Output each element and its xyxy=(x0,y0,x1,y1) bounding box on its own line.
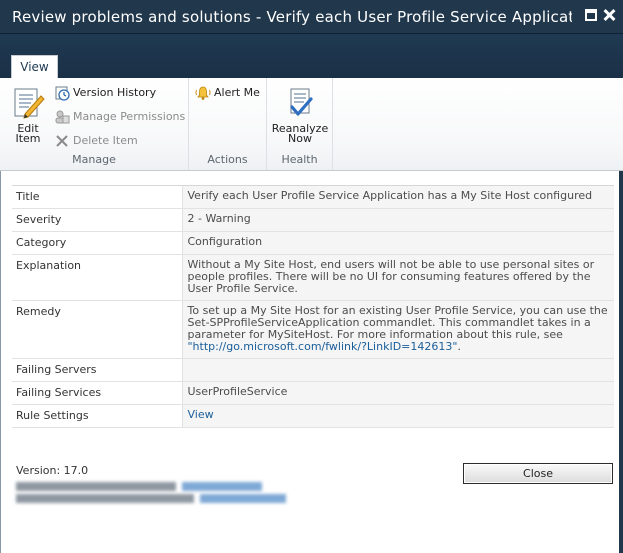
field-value-title: Verify each User Profile Service Applica… xyxy=(182,185,614,209)
close-icon[interactable] xyxy=(603,9,615,21)
table-row: Title Verify each User Profile Service A… xyxy=(12,185,614,209)
field-label-severity: Severity xyxy=(12,208,183,232)
ribbon-group-actions: Alert Me Actions xyxy=(189,78,267,170)
remedy-link[interactable]: "http://go.microsoft.com/fwlink/?LinkID=… xyxy=(188,340,458,353)
table-row: Failing Services UserProfileService xyxy=(12,381,614,405)
ribbon-group-health: Reanalyze Now Health xyxy=(267,78,333,170)
manage-permissions-label: Manage Permissions xyxy=(73,110,186,123)
delete-item-label: Delete Item xyxy=(73,134,138,147)
field-label-category: Category xyxy=(12,231,183,255)
ribbon-group-label-actions: Actions xyxy=(207,153,248,166)
table-row: Severity 2 - Warning xyxy=(12,208,614,232)
field-label-failing-services: Failing Services xyxy=(12,381,183,405)
field-label-explanation: Explanation xyxy=(12,254,183,301)
field-value-severity: 2 - Warning xyxy=(182,208,614,232)
edit-item-button[interactable]: Edit Item xyxy=(9,87,47,144)
field-label-failing-servers: Failing Servers xyxy=(12,358,183,382)
field-value-failing-services: UserProfileService xyxy=(182,381,614,405)
table-row: Explanation Without a My Site Host, end … xyxy=(12,254,614,301)
dialog-frame-right xyxy=(619,171,623,553)
field-value-remedy: To set up a My Site Host for an existing… xyxy=(182,300,614,359)
version-history-icon xyxy=(55,86,70,101)
table-row: Failing Servers xyxy=(12,358,614,382)
field-value-explanation: Without a My Site Host, end users will n… xyxy=(182,254,614,301)
manage-permissions-icon xyxy=(55,110,70,124)
dialog-title: Review problems and solutions - Verify e… xyxy=(12,8,572,26)
ribbon: Edit Item Version History Manage Permiss… xyxy=(0,78,623,171)
ribbon-group-manage: Edit Item Version History Manage Permiss… xyxy=(0,78,189,170)
table-row: Remedy To set up a My Site Host for an e… xyxy=(12,300,614,359)
delete-x-icon xyxy=(56,135,68,147)
rule-details-table: Title Verify each User Profile Service A… xyxy=(12,185,614,428)
tab-view[interactable]: View xyxy=(11,55,58,78)
rule-settings-view-link[interactable]: View xyxy=(188,408,214,421)
dialog-frame-left xyxy=(0,171,1,553)
field-label-title: Title xyxy=(12,185,183,209)
reanalyze-checkmark-icon xyxy=(290,88,313,116)
redacted-modified-line xyxy=(16,493,288,503)
edit-document-icon xyxy=(14,88,45,119)
dialog-title-bar: Review problems and solutions - Verify e… xyxy=(0,0,623,34)
reanalyze-label-line2: Now xyxy=(288,132,312,145)
field-value-failing-servers xyxy=(182,358,614,382)
table-row: Rule Settings View xyxy=(12,404,614,428)
field-label-rule-settings: Rule Settings xyxy=(12,404,183,428)
reanalyze-now-button[interactable]: Reanalyze Now xyxy=(271,87,329,144)
alert-bell-icon xyxy=(195,86,211,100)
close-button[interactable]: Close xyxy=(463,463,613,484)
ribbon-group-label-manage: Manage xyxy=(72,153,116,166)
ribbon-group-label-health: Health xyxy=(281,153,318,166)
field-label-remedy: Remedy xyxy=(12,300,183,359)
field-value-rule-settings: View xyxy=(182,404,614,428)
table-row: Category Configuration xyxy=(12,231,614,255)
version-history-label: Version History xyxy=(73,86,157,99)
edit-item-label-line2: Item xyxy=(15,132,41,145)
ribbon-tab-row: View xyxy=(0,34,623,78)
alert-me-label: Alert Me xyxy=(214,86,260,99)
maximize-icon[interactable] xyxy=(585,9,597,21)
redacted-created-line xyxy=(16,481,268,491)
remedy-suffix: . xyxy=(457,340,461,353)
version-label: Version: 17.0 xyxy=(16,464,89,477)
remedy-text: To set up a My Site Host for an existing… xyxy=(187,304,608,341)
field-value-category: Configuration xyxy=(182,231,614,255)
